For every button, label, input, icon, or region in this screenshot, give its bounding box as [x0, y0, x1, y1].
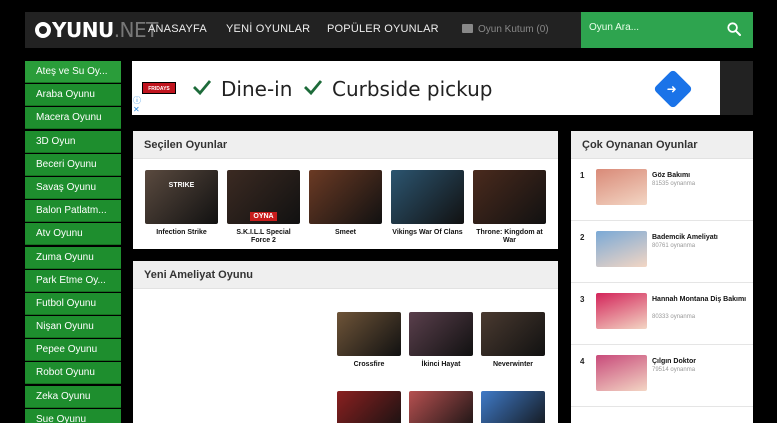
game-title[interactable]: Çılgın Doktor — [652, 357, 748, 366]
game-thumbnail[interactable] — [309, 170, 382, 224]
site-logo[interactable]: YUNU.NET — [35, 18, 158, 42]
game-thumbnail[interactable] — [473, 170, 546, 224]
sidebar-category[interactable]: Zuma Oyunu — [25, 246, 121, 269]
game-card[interactable]: Neverwinter — [481, 312, 545, 369]
sidebar-category[interactable]: Futbol Oyunu — [25, 292, 121, 315]
search-bar — [581, 12, 753, 48]
play-count: 80333 oynanma — [652, 314, 696, 320]
game-thumbnail[interactable] — [409, 391, 473, 423]
game-thumbnail[interactable] — [481, 312, 545, 356]
popular-item[interactable]: 1 Göz Bakımı 81535 oynanma — [571, 159, 753, 221]
oyun-kutum-label: Oyun Kutum (0) — [478, 24, 549, 35]
search-icon[interactable] — [727, 22, 741, 36]
nav-yeni-oyunlar[interactable]: YENİ OYUNLAR — [226, 23, 310, 35]
ad-info-icon[interactable]: ⓘ ✕ — [133, 96, 141, 114]
game-card[interactable]: Vikings War Of Clans — [391, 170, 464, 237]
game-title[interactable]: Hannah Montana Diş Bakımı — [652, 295, 748, 304]
sidebar-category[interactable]: Nişan Oyunu — [25, 316, 121, 339]
ad-directions-icon[interactable]: ➜ — [653, 69, 693, 109]
game-card[interactable]: STRIKE Infection Strike — [145, 170, 218, 237]
play-count: 81535 oynanma — [652, 181, 696, 187]
game-title[interactable]: Smeet — [309, 229, 382, 237]
game-thumbnail[interactable] — [596, 355, 647, 391]
ameliyat-panel: Yeni Ameliyat Oyunu Crossfire İkinci Haya… — [133, 261, 558, 423]
ad-text-curbside: Curbside pickup — [332, 77, 493, 101]
category-sidebar: Ateş ve Su Oy... Araba Oyunu Macera Oyunu 3… — [25, 61, 121, 423]
game-thumbnail[interactable] — [391, 170, 464, 224]
rank-number: 4 — [580, 357, 585, 366]
game-thumbnail[interactable] — [596, 169, 647, 205]
selected-games-title: Seçilen Oyunlar — [133, 131, 558, 159]
game-thumbnail[interactable] — [481, 391, 545, 423]
game-thumbnail[interactable] — [337, 391, 401, 423]
sidebar-category[interactable]: Araba Oyunu — [25, 84, 121, 107]
game-card[interactable]: Throne: Kingdom at War — [473, 170, 546, 245]
rank-number: 2 — [580, 233, 585, 242]
sidebar-category[interactable]: Ateş ve Su Oy... — [25, 61, 121, 83]
ad-side-filler — [720, 61, 753, 115]
sidebar-category[interactable]: Atv Oyunu — [25, 223, 121, 246]
game-title[interactable]: Infection Strike — [145, 229, 218, 237]
play-count: 79514 oynanma — [652, 367, 696, 373]
game-title[interactable]: İkinci Hayat — [409, 361, 473, 369]
rank-number: 1 — [580, 171, 585, 180]
game-card[interactable]: İkinci Hayat — [409, 312, 473, 369]
rank-number: 3 — [580, 295, 585, 304]
game-thumbnail[interactable] — [337, 312, 401, 356]
popular-title: Çok Oynanan Oyunlar — [571, 131, 753, 159]
game-title[interactable]: Neverwinter — [481, 361, 545, 369]
nav-anasayfa[interactable]: ANASAYFA — [148, 23, 207, 35]
search-input[interactable] — [589, 22, 709, 33]
game-box-icon — [462, 24, 473, 33]
game-card[interactable]: Smeet — [309, 170, 382, 237]
sidebar-category[interactable]: 3D Oyun — [25, 130, 121, 153]
game-card[interactable] — [409, 391, 473, 423]
logo-text: YUNU — [52, 18, 114, 42]
popular-item[interactable]: 4 Çılgın Doktor 79514 oynanma — [571, 345, 753, 407]
game-thumbnail[interactable]: OYNA — [227, 170, 300, 224]
game-title[interactable]: Göz Bakımı — [652, 171, 748, 180]
game-thumbnail[interactable] — [596, 293, 647, 329]
game-title[interactable]: Throne: Kingdom at War — [473, 229, 546, 245]
sidebar-category[interactable]: Beceri Oyunu — [25, 153, 121, 176]
nav-populer-oyunlar[interactable]: POPÜLER OYUNLAR — [327, 23, 439, 35]
game-title[interactable]: Vikings War Of Clans — [391, 229, 464, 237]
check-icon — [193, 80, 212, 96]
sidebar-category[interactable]: Savaş Oyunu — [25, 176, 121, 199]
oyun-kutum-link[interactable]: Oyun Kutum (0) — [462, 24, 549, 35]
game-thumbnail[interactable] — [409, 312, 473, 356]
ad-banner[interactable]: FRIDAYS Dine-in Curbside pickup ➜ ⓘ ✕ — [132, 61, 720, 115]
sidebar-category[interactable]: Robot Oyunu — [25, 362, 121, 385]
game-card[interactable] — [481, 391, 545, 423]
game-title[interactable]: Bademcik Ameliyatı — [652, 233, 748, 242]
game-card[interactable]: OYNA S.K.I.L.L Special Force 2 — [227, 170, 300, 245]
sidebar-category[interactable]: Balon Patlatm... — [25, 200, 121, 223]
check-icon — [304, 80, 323, 96]
ad-brand-logo: FRIDAYS — [142, 82, 176, 94]
sidebar-category[interactable]: Park Etme Oy... — [25, 269, 121, 292]
ameliyat-title: Yeni Ameliyat Oyunu — [133, 261, 558, 289]
popular-panel: Çok Oynanan Oyunlar 1 Göz Bakımı 81535 oyn… — [571, 131, 753, 423]
sidebar-category[interactable]: Zeka Oyunu — [25, 385, 121, 408]
game-card[interactable] — [337, 391, 401, 423]
site-header: YUNU.NET ANASAYFA YENİ OYUNLAR POPÜLER O… — [25, 12, 753, 48]
game-title[interactable]: S.K.I.L.L Special Force 2 — [227, 229, 300, 245]
popular-item[interactable]: 2 Bademcik Ameliyatı 80761 oynanma — [571, 221, 753, 283]
game-thumbnail[interactable] — [596, 231, 647, 267]
game-title[interactable]: Crossfire — [337, 361, 401, 369]
logo-ring-icon — [35, 22, 51, 38]
game-thumbnail[interactable]: STRIKE — [145, 170, 218, 224]
play-count: 80761 oynanma — [652, 243, 696, 249]
popular-item[interactable]: 3 Hannah Montana Diş Bakımı 80333 oynanma — [571, 283, 753, 345]
game-card[interactable]: Crossfire — [337, 312, 401, 369]
sidebar-category[interactable]: Macera Oyunu — [25, 107, 121, 130]
sidebar-category[interactable]: Sue Oyunu — [25, 408, 121, 423]
sidebar-category[interactable]: Pepee Oyunu — [25, 339, 121, 362]
ad-text-dine-in: Dine-in — [221, 77, 293, 101]
selected-games-panel: Seçilen Oyunlar STRIKE Infection Strike OY… — [133, 131, 558, 249]
